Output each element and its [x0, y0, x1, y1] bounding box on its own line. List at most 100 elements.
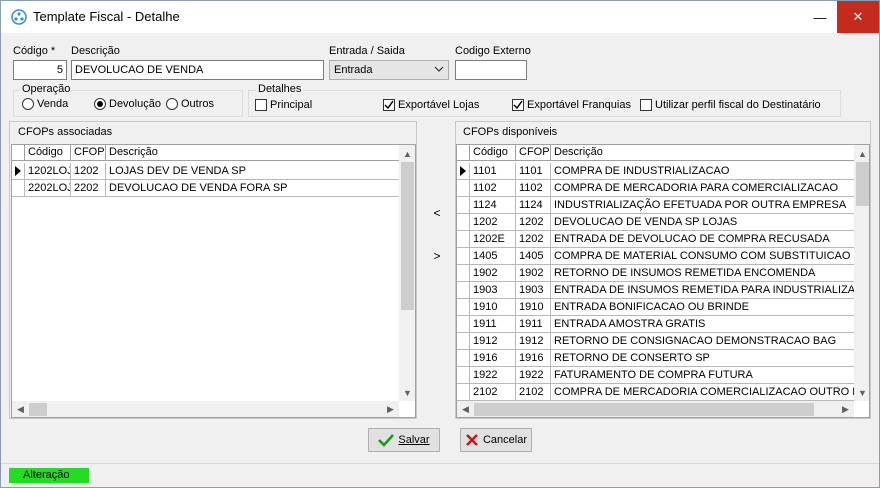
codigo-label: Código *: [13, 45, 56, 57]
descricao-label: Descrição: [71, 45, 120, 57]
scroll-thumb[interactable]: [401, 162, 414, 310]
col-header-cfop[interactable]: CFOP: [71, 145, 106, 160]
check-exportavel-lojas-label: Exportável Lojas: [398, 99, 480, 111]
scroll-down-icon[interactable]: ▼: [399, 384, 415, 401]
col-header-codigo[interactable]: Código: [25, 145, 71, 160]
radio-venda[interactable]: Venda: [22, 98, 68, 110]
row-indicator: [457, 214, 470, 230]
cell-descricao: RETORNO DE CONSERTO SP: [554, 352, 710, 364]
disponiveis-vscroll[interactable]: ▲ ▼: [854, 145, 869, 401]
table-row[interactable]: 2202LOJ 2202 DEVOLUCAO DE VENDA FORA SP: [12, 180, 399, 197]
row-indicator: [457, 197, 470, 213]
radio-outros-label: Outros: [181, 98, 215, 110]
scroll-down-icon[interactable]: ▼: [854, 384, 869, 401]
cell-descricao: ENTRADA DE DEVOLUCAO DE COMPRA RECUSADA: [554, 233, 830, 245]
scroll-left-icon[interactable]: ◀: [12, 401, 29, 417]
descricao-input[interactable]: DEVOLUCAO DE VENDA: [71, 60, 324, 80]
current-row-icon: [15, 166, 21, 176]
table-row[interactable]: 1405 1405 COMPRA DE MATERIAL CONSUMO COM S…: [457, 248, 854, 265]
cell-descricao: COMPRA DE MATERIAL CONSUMO COM SUBSTITUI…: [554, 250, 851, 262]
check-perfil-fiscal[interactable]: Utilizar perfil fiscal do Destinatário: [640, 99, 821, 111]
scroll-thumb[interactable]: [474, 403, 814, 416]
table-row[interactable]: 1202E 1202 ENTRADA DE DEVOLUCAO DE COMPRA …: [457, 231, 854, 248]
table-row[interactable]: 1916 1916 RETORNO DE CONSERTO SP: [457, 350, 854, 367]
associadas-hscroll[interactable]: ◀ ▶: [12, 401, 399, 417]
scroll-thumb[interactable]: [29, 403, 47, 416]
move-right-button[interactable]: >: [419, 246, 455, 266]
col-header-descricao[interactable]: Descrição: [551, 145, 854, 160]
associadas-vscroll[interactable]: ▲ ▼: [399, 145, 415, 401]
table-row[interactable]: 1102 1102 COMPRA DE MERCADORIA PARA COMERC…: [457, 180, 854, 197]
col-header-descricao[interactable]: Descrição: [106, 145, 399, 160]
cancelar-button[interactable]: Cancelar: [460, 428, 532, 452]
cell-cfop: 2102: [516, 384, 551, 400]
table-row[interactable]: 1101 1101 COMPRA DE INDUSTRIALIZACAO: [457, 163, 854, 180]
cell-codigo: 1101: [470, 163, 516, 179]
associadas-grid[interactable]: Código CFOP Descrição 1202LOJ 1202 LOJAS…: [11, 144, 416, 418]
table-row[interactable]: 1911 1911 ENTRADA AMOSTRA GRATIS: [457, 316, 854, 333]
scroll-up-icon[interactable]: ▲: [399, 145, 415, 162]
radio-outros[interactable]: Outros: [166, 98, 214, 110]
cell-cfop: 1101: [516, 163, 551, 179]
row-indicator: [457, 299, 470, 315]
move-left-button[interactable]: <: [419, 203, 455, 223]
minimize-icon: —: [813, 9, 827, 25]
scroll-right-icon[interactable]: ▶: [382, 401, 399, 417]
scroll-left-icon[interactable]: ◀: [457, 401, 474, 417]
cell-cfop: 1102: [516, 180, 551, 196]
chevron-down-icon: [434, 66, 444, 72]
col-header-codigo[interactable]: Código: [470, 145, 516, 160]
cell-codigo: 1903: [470, 282, 516, 298]
check-principal[interactable]: Principal: [255, 99, 312, 111]
col-header-cfop[interactable]: CFOP: [516, 145, 551, 160]
disponiveis-hscroll[interactable]: ◀ ▶: [457, 401, 854, 417]
table-row[interactable]: 1912 1912 RETORNO DE CONSIGNACAO DEMONSTRA…: [457, 333, 854, 350]
salvar-button[interactable]: Salvar: [368, 428, 440, 452]
check-perfil-fiscal-label: Utilizar perfil fiscal do Destinatário: [655, 99, 821, 111]
row-indicator: [457, 367, 470, 383]
move-left-icon: <: [433, 206, 441, 220]
codigo-externo-input[interactable]: [455, 60, 527, 80]
disponiveis-grid[interactable]: Código CFOP Descrição 1101 1101 COMPRA DE …: [456, 144, 870, 418]
cell-cfop: 1903: [516, 282, 551, 298]
minimize-button[interactable]: —: [803, 1, 837, 33]
row-indicator: [457, 316, 470, 332]
row-indicator: [457, 163, 470, 179]
app-icon: [11, 9, 27, 25]
table-row[interactable]: 1902 1902 RETORNO DE INSUMOS REMETIDA ENCO…: [457, 265, 854, 282]
cell-codigo: 2102: [470, 384, 516, 400]
cell-cfop: 1405: [516, 248, 551, 264]
cell-descricao: INDUSTRIALIZAÇÃO EFETUADA POR OUTRA EMPR…: [554, 199, 847, 211]
cell-descricao: LOJAS DEV DE VENDA SP: [109, 165, 246, 177]
status-badge: Alteração: [9, 468, 89, 483]
codigo-input[interactable]: 5: [13, 60, 67, 80]
scroll-right-icon[interactable]: ▶: [837, 401, 854, 417]
cell-cfop: 1202: [71, 163, 106, 179]
table-row[interactable]: 1922 1922 FATURAMENTO DE COMPRA FUTURA: [457, 367, 854, 384]
associadas-header: Código CFOP Descrição: [12, 145, 399, 161]
scroll-up-icon[interactable]: ▲: [854, 145, 869, 162]
check-exportavel-lojas[interactable]: Exportável Lojas: [383, 99, 479, 111]
disponiveis-title: CFOPs disponíveis: [463, 126, 558, 138]
cancel-icon: [466, 434, 478, 446]
cell-codigo: 1405: [470, 248, 516, 264]
table-row[interactable]: 1202LOJ 1202 LOJAS DEV DE VENDA SP: [12, 163, 399, 180]
scroll-thumb[interactable]: [856, 162, 869, 206]
cell-codigo: 1922: [470, 367, 516, 383]
radio-devolucao[interactable]: Devolução: [94, 98, 161, 110]
entrada-saida-select[interactable]: Entrada: [329, 60, 449, 80]
row-indicator: [12, 163, 25, 179]
status-bar: Alteração: [1, 463, 879, 487]
cell-cfop: 1911: [516, 316, 551, 332]
table-row[interactable]: 1124 1124 INDUSTRIALIZAÇÃO EFETUADA POR OU…: [457, 197, 854, 214]
current-row-icon: [460, 166, 466, 176]
close-button[interactable]: ✕: [837, 1, 879, 33]
table-row[interactable]: 1202 1202 DEVOLUCAO DE VENDA SP LOJAS: [457, 214, 854, 231]
table-row[interactable]: 2102 2102 COMPRA DE MERCADORIA COMERCIALIZ…: [457, 384, 854, 401]
row-indicator: [457, 231, 470, 247]
cell-codigo: 1202: [470, 214, 516, 230]
check-exportavel-franquias[interactable]: Exportável Franquias: [512, 99, 631, 111]
table-row[interactable]: 1903 1903 ENTRADA DE INSUMOS REMETIDA PARA…: [457, 282, 854, 299]
checkbox-icon: [640, 99, 652, 111]
table-row[interactable]: 1910 1910 ENTRADA BONIFICACAO OU BRINDE: [457, 299, 854, 316]
